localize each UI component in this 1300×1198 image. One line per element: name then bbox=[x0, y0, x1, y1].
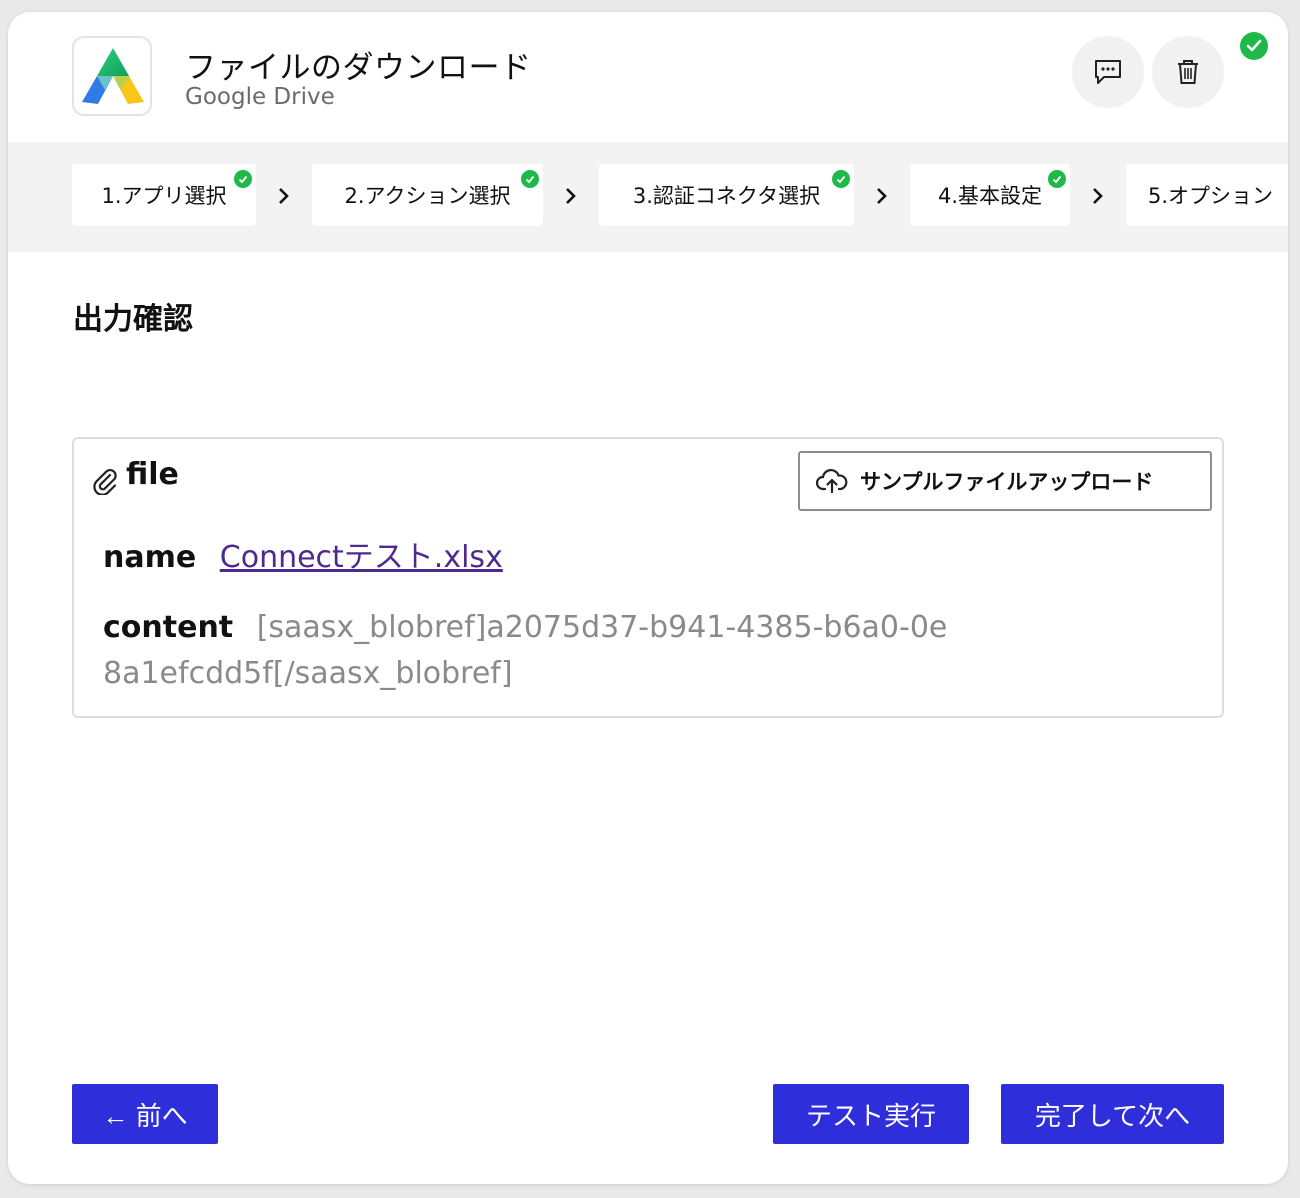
step-label: 2.アクション選択 bbox=[344, 184, 511, 208]
chevron-right-icon bbox=[877, 188, 887, 204]
check-icon bbox=[1048, 170, 1066, 188]
check-icon bbox=[234, 170, 252, 188]
step-label: 4.基本設定 bbox=[937, 184, 1043, 208]
delete-button[interactable] bbox=[1152, 36, 1224, 108]
cloud-upload-icon bbox=[816, 469, 848, 494]
prev-button[interactable]: ← 前へ bbox=[72, 1084, 218, 1144]
page-title: ファイルのダウンロード bbox=[185, 50, 532, 86]
step-connector-select[interactable]: 3.認証コネクタ選択 bbox=[599, 164, 854, 226]
comment-icon bbox=[1095, 60, 1121, 84]
check-icon bbox=[521, 170, 539, 188]
trash-icon bbox=[1178, 60, 1198, 84]
chevron-right-icon bbox=[279, 188, 289, 204]
file-name-link[interactable]: Connectテスト.xlsx bbox=[220, 540, 503, 575]
chevron-right-icon bbox=[1093, 188, 1103, 204]
file-field-label: file bbox=[126, 457, 179, 492]
step-label: 3.認証コネクタ選択 bbox=[632, 184, 821, 208]
upload-button-label: サンプルファイルアップロード bbox=[860, 470, 1154, 494]
app-name: Google Drive bbox=[185, 84, 335, 110]
name-key: name bbox=[103, 540, 197, 575]
sample-upload-button[interactable]: サンプルファイルアップロード bbox=[798, 451, 1212, 511]
check-circle-icon bbox=[1240, 32, 1268, 60]
step-action-select[interactable]: 2.アクション選択 bbox=[312, 164, 543, 226]
paperclip-icon bbox=[93, 469, 117, 495]
complete-next-button[interactable]: 完了して次へ bbox=[1001, 1084, 1224, 1144]
step-label: 5.オプション bbox=[1148, 184, 1274, 208]
content-row: content [saasx_blobref]a2075d37-b941-438… bbox=[103, 605, 963, 697]
name-row: name Connectテスト.xlsx bbox=[103, 535, 503, 581]
google-drive-logo bbox=[72, 36, 152, 116]
test-run-button[interactable]: テスト実行 bbox=[773, 1084, 969, 1144]
section-title: 出力確認 bbox=[73, 302, 193, 337]
comment-button[interactable] bbox=[1072, 36, 1144, 108]
step-navigation: 1.アプリ選択 2.アクション選択 3.認証コネクタ選択 4.基本設定 5.オプ… bbox=[8, 142, 1288, 252]
action-config-panel: ファイルのダウンロード Google Drive 1.アプリ選択 2.アクション… bbox=[8, 12, 1288, 1184]
step-app-select[interactable]: 1.アプリ選択 bbox=[72, 164, 256, 226]
check-icon bbox=[832, 170, 850, 188]
content-key: content bbox=[103, 610, 234, 645]
step-options[interactable]: 5.オプション bbox=[1126, 164, 1288, 226]
chevron-right-icon bbox=[566, 188, 576, 204]
file-output-card: file サンプルファイルアップロード name Connectテスト.xlsx… bbox=[72, 437, 1224, 718]
step-label: 1.アプリ選択 bbox=[101, 184, 227, 208]
step-basic-settings[interactable]: 4.基本設定 bbox=[910, 164, 1070, 226]
